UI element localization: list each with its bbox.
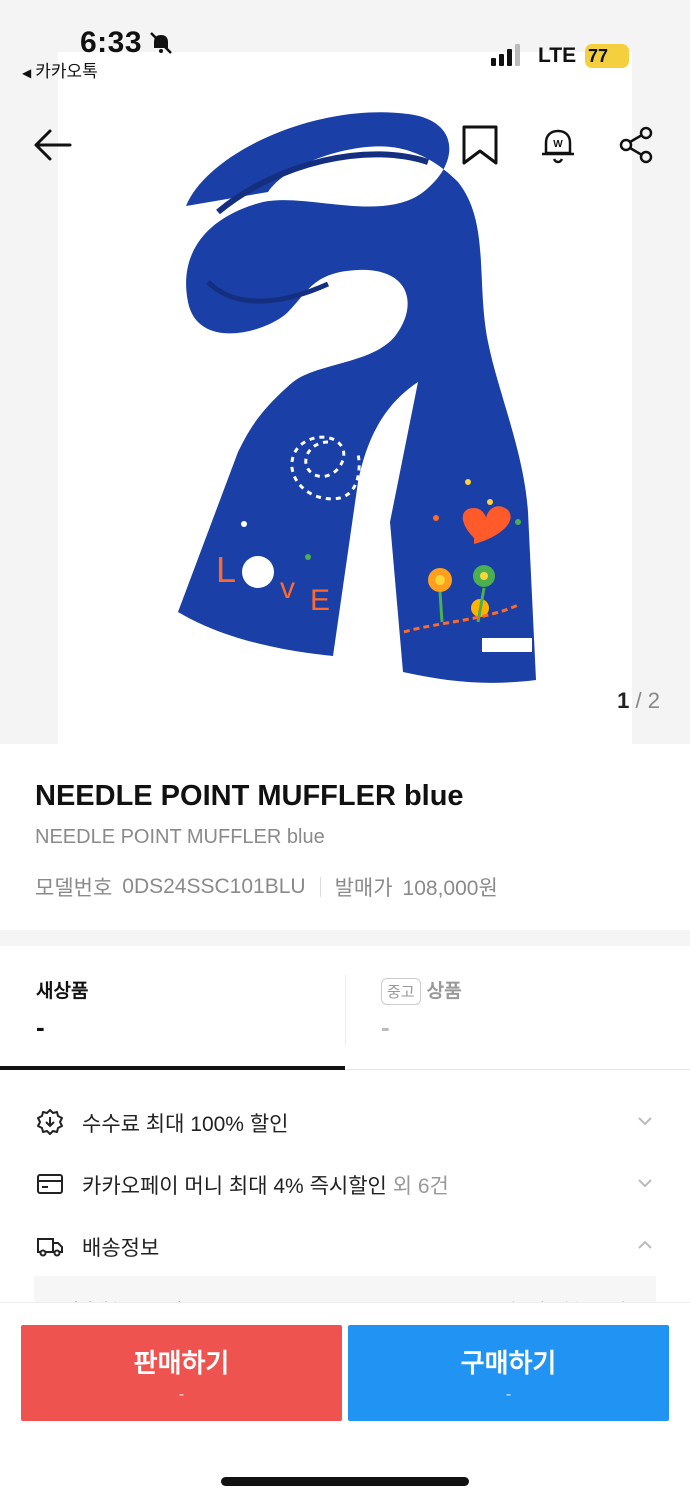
signal-icon <box>491 44 520 66</box>
sell-button-label: 판매하기 <box>133 1348 230 1378</box>
kakaopay-discount-row[interactable]: 카카오페이 머니 최대 4% 즉시할인 외 6건 <box>0 1154 690 1214</box>
used-badge: 중고 <box>381 978 421 1005</box>
bell-off-icon <box>150 32 172 54</box>
product-subtitle: NEEDLE POINT MUFFLER blue <box>35 826 325 848</box>
svg-text:L: L <box>216 549 236 590</box>
back-arrow-icon[interactable] <box>30 123 74 167</box>
release-price-value: 108,000원 <box>402 877 498 900</box>
product-image-gallery[interactable]: L v E <box>0 0 690 744</box>
tab-used-price: - <box>381 1012 390 1042</box>
share-icon[interactable] <box>614 123 658 167</box>
shipping-info-row[interactable]: 배송정보 <box>0 1216 690 1276</box>
chevron-down-icon <box>638 1117 652 1126</box>
svg-text:E: E <box>310 584 330 617</box>
back-to-app-link[interactable]: ◀ 카카오톡 <box>22 57 98 82</box>
section-gap <box>0 930 690 946</box>
bookmark-icon[interactable] <box>458 123 502 167</box>
sell-button-price: - <box>178 1386 185 1403</box>
tab-used-label: 상품 <box>426 981 462 1002</box>
release-price-label: 발매가 <box>334 877 393 900</box>
tab-new-price: - <box>36 1012 45 1042</box>
tab-new-label: 새상품 <box>36 981 89 1002</box>
fee-discount-row[interactable]: 수수료 최대 100% 할인 <box>0 1092 690 1152</box>
home-indicator[interactable] <box>221 1477 469 1486</box>
pager-current: 1 <box>617 688 630 713</box>
buy-button-price: - <box>505 1386 512 1403</box>
card-icon <box>37 1174 63 1194</box>
svg-text:v: v <box>280 572 295 605</box>
tab-divider <box>345 975 346 1045</box>
product-title: NEEDLE POINT MUFFLER blue <box>35 780 464 812</box>
buy-button[interactable]: 구매하기 - <box>348 1325 669 1421</box>
model-label: 모델번호 <box>35 877 113 900</box>
shipping-info-text: 배송정보 <box>82 1237 160 1260</box>
gallery-pager: 1 / 2 <box>617 688 660 714</box>
battery-level: 77 <box>588 46 609 66</box>
kakaopay-text: 카카오페이 머니 최대 4% 즉시할인 <box>82 1175 387 1198</box>
sell-button[interactable]: 판매하기 - <box>21 1325 342 1421</box>
fee-discount-text: 수수료 최대 100% 할인 <box>82 1113 289 1136</box>
chevron-up-icon <box>638 1240 652 1249</box>
pager-total: 2 <box>647 688 660 713</box>
bell-icon[interactable]: W <box>536 123 580 167</box>
model-value: 0DS24SSC101BLU <box>122 875 306 898</box>
tab-active-indicator <box>0 1066 345 1070</box>
product-meta: 모델번호 0DS24SSC101BLU 발매가 108,000원 <box>35 872 498 902</box>
pager-separator: / <box>629 688 648 713</box>
truck-icon <box>37 1238 63 1257</box>
status-time: 6:33 <box>80 26 143 59</box>
tab-used-label-wrap: 중고 상품 <box>381 976 462 1005</box>
tab-new-product[interactable]: 새상품 - <box>0 946 345 1070</box>
buy-button-label: 구매하기 <box>460 1348 557 1378</box>
network-type: LTE <box>538 44 577 67</box>
battery-indicator: 77 <box>585 44 629 68</box>
discount-badge-icon <box>37 1109 63 1135</box>
meta-divider <box>319 877 321 897</box>
svg-text:W: W <box>553 139 563 150</box>
chevron-down-icon <box>638 1179 652 1188</box>
back-app-label: 카카오톡 <box>35 62 98 81</box>
kakaopay-discount-text: 카카오페이 머니 최대 4% 즉시할인 외 6건 <box>82 1170 449 1200</box>
back-triangle-icon: ◀ <box>22 66 32 80</box>
tab-used-product[interactable]: 중고 상품 - <box>345 946 690 1070</box>
kakaopay-extra: 외 6건 <box>386 1175 449 1198</box>
